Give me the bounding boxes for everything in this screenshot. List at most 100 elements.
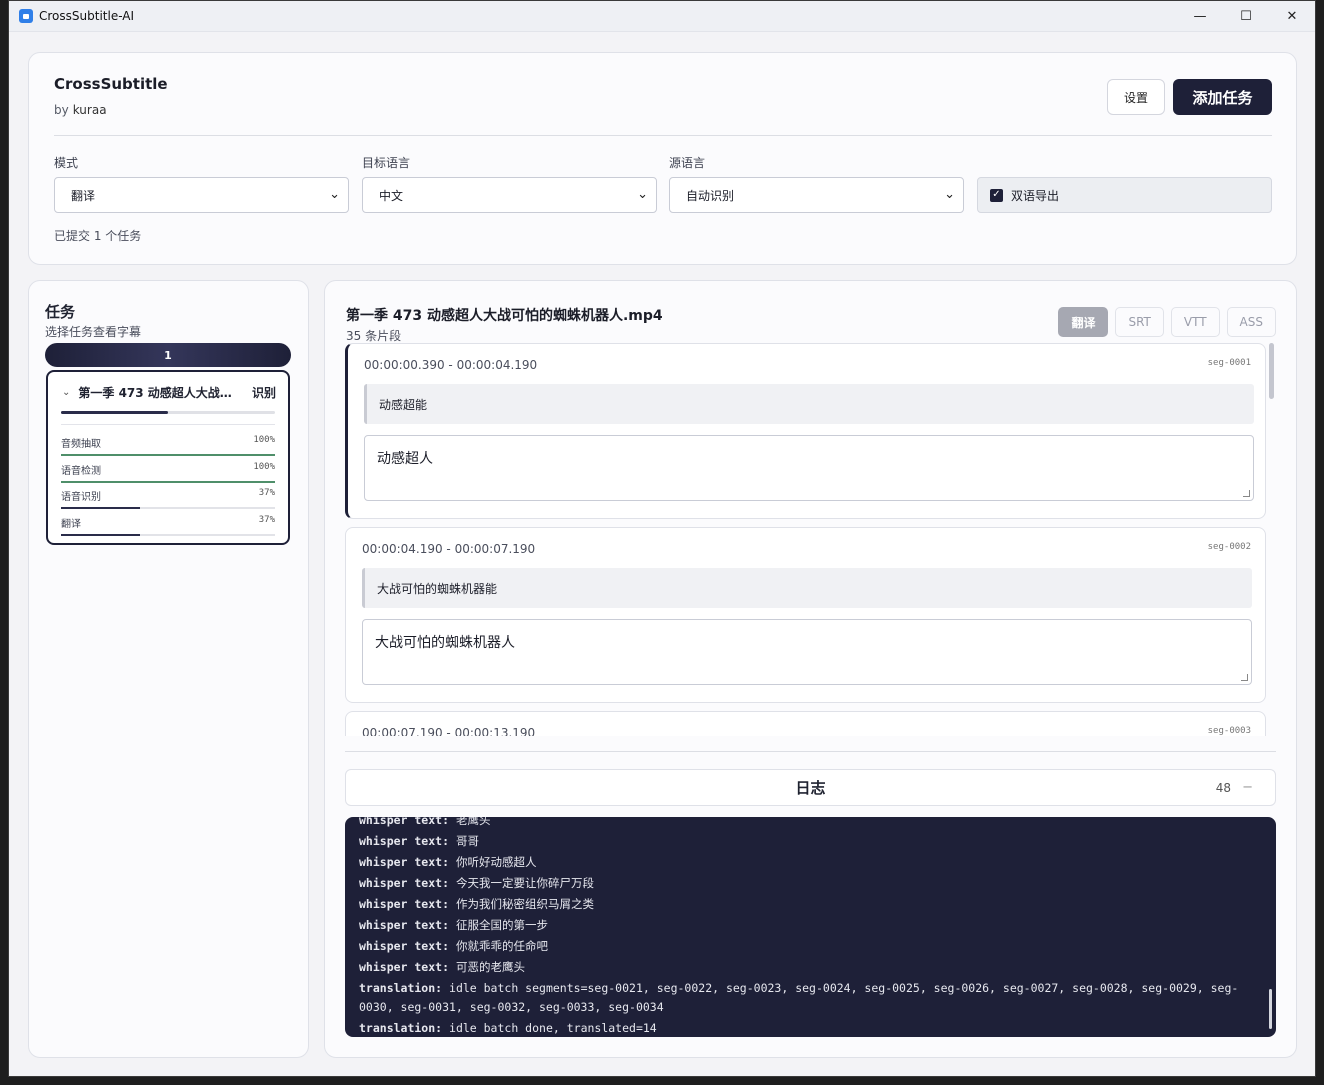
log-line-key: translation: bbox=[359, 1021, 443, 1035]
log-line-key: whisper text: bbox=[359, 918, 450, 932]
segment-card[interactable]: 00:00:00.390 - 00:00:04.190 seg-0001 动感超… bbox=[345, 343, 1266, 519]
minimize-icon[interactable]: — bbox=[1177, 1, 1223, 32]
segment-id: seg-0003 bbox=[1207, 726, 1251, 736]
checkbox-checked-icon[interactable]: ✓ bbox=[990, 188, 1003, 202]
log-line-key: whisper text: bbox=[359, 817, 450, 827]
stage-bar-fill bbox=[61, 507, 141, 509]
segment-time: 00:00:04.190 - 00:00:07.190 bbox=[362, 542, 536, 556]
header-divider bbox=[54, 135, 1272, 136]
settings-button[interactable]: 设置 bbox=[1107, 79, 1165, 115]
bilingual-export-toggle[interactable]: ✓ 双语导出 bbox=[977, 177, 1272, 213]
tab-translate[interactable]: 翻译 bbox=[1058, 307, 1109, 337]
stage-voice-detect: 语音检测 100% bbox=[61, 462, 275, 483]
format-tabs: 翻译 SRT VTT ASS bbox=[1058, 307, 1276, 337]
log-line-key: whisper text: bbox=[359, 855, 450, 869]
log-line-text: 老鹰头 bbox=[449, 817, 491, 827]
segment-time: 00:00:00.390 - 00:00:04.190 bbox=[364, 358, 538, 372]
segment-card[interactable]: 00:00:04.190 - 00:00:07.190 seg-0002 大战可… bbox=[345, 527, 1266, 703]
chevron-down-icon[interactable]: ⌄ bbox=[62, 387, 70, 398]
log-line-text: 你听好动感超人 bbox=[449, 855, 537, 869]
log-line-key: whisper text: bbox=[359, 960, 450, 974]
stage-bar-fill bbox=[61, 534, 141, 536]
source-lang-value: 自动识别 bbox=[686, 188, 735, 203]
stage-label: 翻译 bbox=[61, 519, 81, 530]
source-lang-select[interactable]: 自动识别 ⌄ bbox=[669, 177, 964, 213]
chevron-down-icon: ⌄ bbox=[637, 187, 648, 202]
main-content: CrossSubtitle by kuraa 设置 添加任务 模式 翻译 ⌄ 目标… bbox=[9, 32, 1315, 1076]
log-line: whisper text: 老鹰头 bbox=[359, 817, 1259, 831]
segment-scrollbar[interactable] bbox=[1269, 343, 1274, 736]
stage-bar bbox=[61, 507, 275, 509]
log-scrollbar-thumb[interactable] bbox=[1269, 989, 1272, 1029]
segment-scrollbar-thumb[interactable] bbox=[1269, 343, 1274, 399]
task-progress-fill bbox=[61, 411, 168, 414]
segment-list[interactable]: 00:00:00.390 - 00:00:04.190 seg-0001 动感超… bbox=[345, 343, 1276, 736]
window-controls: — ☐ ✕ bbox=[1177, 1, 1315, 32]
close-icon[interactable]: ✕ bbox=[1269, 1, 1315, 32]
log-line: whisper text: 哥哥 bbox=[359, 831, 1259, 852]
window-title: CrossSubtitle-AI bbox=[39, 9, 135, 23]
task-item[interactable]: ⌄ 第一季 473 动感超人大战可怕的蜘蛛机器人.mp4 识别 音频抽取 100%… bbox=[46, 370, 290, 545]
stage-bar-fill bbox=[61, 481, 275, 483]
stage-label: 语音识别 bbox=[61, 492, 101, 503]
stage-bar bbox=[61, 534, 275, 536]
stage-bar bbox=[61, 481, 275, 483]
log-console[interactable]: whisper text: 老鹰头 whisper text: 哥哥 whisper… bbox=[345, 817, 1276, 1037]
segment-id: seg-0002 bbox=[1207, 542, 1251, 552]
target-lang-value: 中文 bbox=[379, 188, 404, 203]
stage-percent: 100% bbox=[253, 462, 275, 472]
title-bar: CrossSubtitle-AI — ☐ ✕ bbox=[9, 1, 1315, 32]
header-card: CrossSubtitle by kuraa 设置 添加任务 模式 翻译 ⌄ 目标… bbox=[28, 52, 1297, 265]
task-status-badge: 识别 bbox=[251, 386, 276, 400]
tab-ass[interactable]: ASS bbox=[1226, 307, 1276, 337]
log-line-text: idle batch segments=seg-0021, seg-0022, … bbox=[359, 981, 1239, 1014]
by-label: by bbox=[54, 103, 69, 117]
log-header[interactable]: 日志 48 − bbox=[345, 769, 1276, 806]
submitted-status: 已提交 1 个任务 bbox=[54, 229, 142, 243]
target-lang-select[interactable]: 中文 ⌄ bbox=[362, 177, 657, 213]
stage-audio-extract: 音频抽取 100% bbox=[61, 435, 275, 456]
log-line-text: 哥哥 bbox=[449, 834, 479, 848]
segment-translation-input[interactable]: 大战可怕的蜘蛛机器人 bbox=[362, 619, 1252, 685]
log-line-key: whisper text: bbox=[359, 876, 450, 890]
chevron-down-icon: ⌄ bbox=[944, 187, 955, 202]
stage-bar-fill bbox=[61, 454, 275, 456]
log-line-text: idle batch done, translated=14 bbox=[442, 1021, 657, 1035]
source-lang-label: 源语言 bbox=[669, 156, 706, 170]
segment-count: 35 条片段 bbox=[346, 329, 402, 343]
stage-percent: 100% bbox=[253, 435, 275, 445]
log-line-text: 征服全国的第一步 bbox=[449, 918, 548, 932]
log-count: 48 bbox=[1215, 780, 1231, 795]
tab-vtt[interactable]: VTT bbox=[1170, 307, 1220, 337]
log-line: whisper text: 可恶的老鹰头 bbox=[359, 957, 1259, 978]
task-name: 第一季 473 动感超人大战可怕的蜘蛛机器人.mp4 bbox=[78, 386, 242, 400]
file-title: 第一季 473 动感超人大战可怕的蜘蛛机器人.mp4 bbox=[346, 308, 663, 324]
segment-source-text: 动感超能 bbox=[364, 384, 1254, 424]
task-header[interactable]: ⌄ 第一季 473 动感超人大战可怕的蜘蛛机器人.mp4 识别 bbox=[62, 384, 276, 401]
log-lines: whisper text: 老鹰头 whisper text: 哥哥 whisper… bbox=[359, 817, 1259, 1037]
log-line-text: 你就乖乖的任命吧 bbox=[449, 939, 548, 953]
log-line: whisper text: 作为我们秘密组织马屑之类 bbox=[359, 894, 1259, 915]
mode-select[interactable]: 翻译 ⌄ bbox=[54, 177, 349, 213]
log-line: whisper text: 今天我一定要让你碎尸万段 bbox=[359, 873, 1259, 894]
log-line: translation: idle batch done, translated… bbox=[359, 1018, 1259, 1037]
log-divider bbox=[345, 751, 1276, 752]
subtitle-detail-panel: 第一季 473 动感超人大战可怕的蜘蛛机器人.mp4 35 条片段 翻译 SRT… bbox=[324, 280, 1297, 1058]
tab-srt[interactable]: SRT bbox=[1115, 307, 1164, 337]
stage-divider bbox=[61, 424, 275, 425]
add-task-button[interactable]: 添加任务 bbox=[1173, 79, 1272, 115]
segment-translation-input[interactable]: 动感超人 bbox=[364, 435, 1254, 501]
stage-speech-recognition: 语音识别 37% bbox=[61, 488, 275, 509]
log-line: translation: idle batch segments=seg-002… bbox=[359, 978, 1259, 1018]
maximize-icon[interactable]: ☐ bbox=[1223, 1, 1269, 32]
segment-card[interactable]: 00:00:07.190 - 00:00:13.190 seg-0003 bbox=[345, 711, 1266, 736]
collapse-icon[interactable]: − bbox=[1242, 780, 1253, 795]
page-indicator[interactable]: 1 bbox=[45, 343, 291, 367]
log-line: whisper text: 你听好动感超人 bbox=[359, 852, 1259, 873]
brand-title: CrossSubtitle bbox=[54, 75, 168, 93]
log-line: whisper text: 你就乖乖的任命吧 bbox=[359, 936, 1259, 957]
log-line-key: whisper text: bbox=[359, 897, 450, 911]
log-line-text: 今天我一定要让你碎尸万段 bbox=[449, 876, 594, 890]
log-line-text: 作为我们秘密组织马屑之类 bbox=[449, 897, 594, 911]
log-line: whisper text: 征服全国的第一步 bbox=[359, 915, 1259, 936]
